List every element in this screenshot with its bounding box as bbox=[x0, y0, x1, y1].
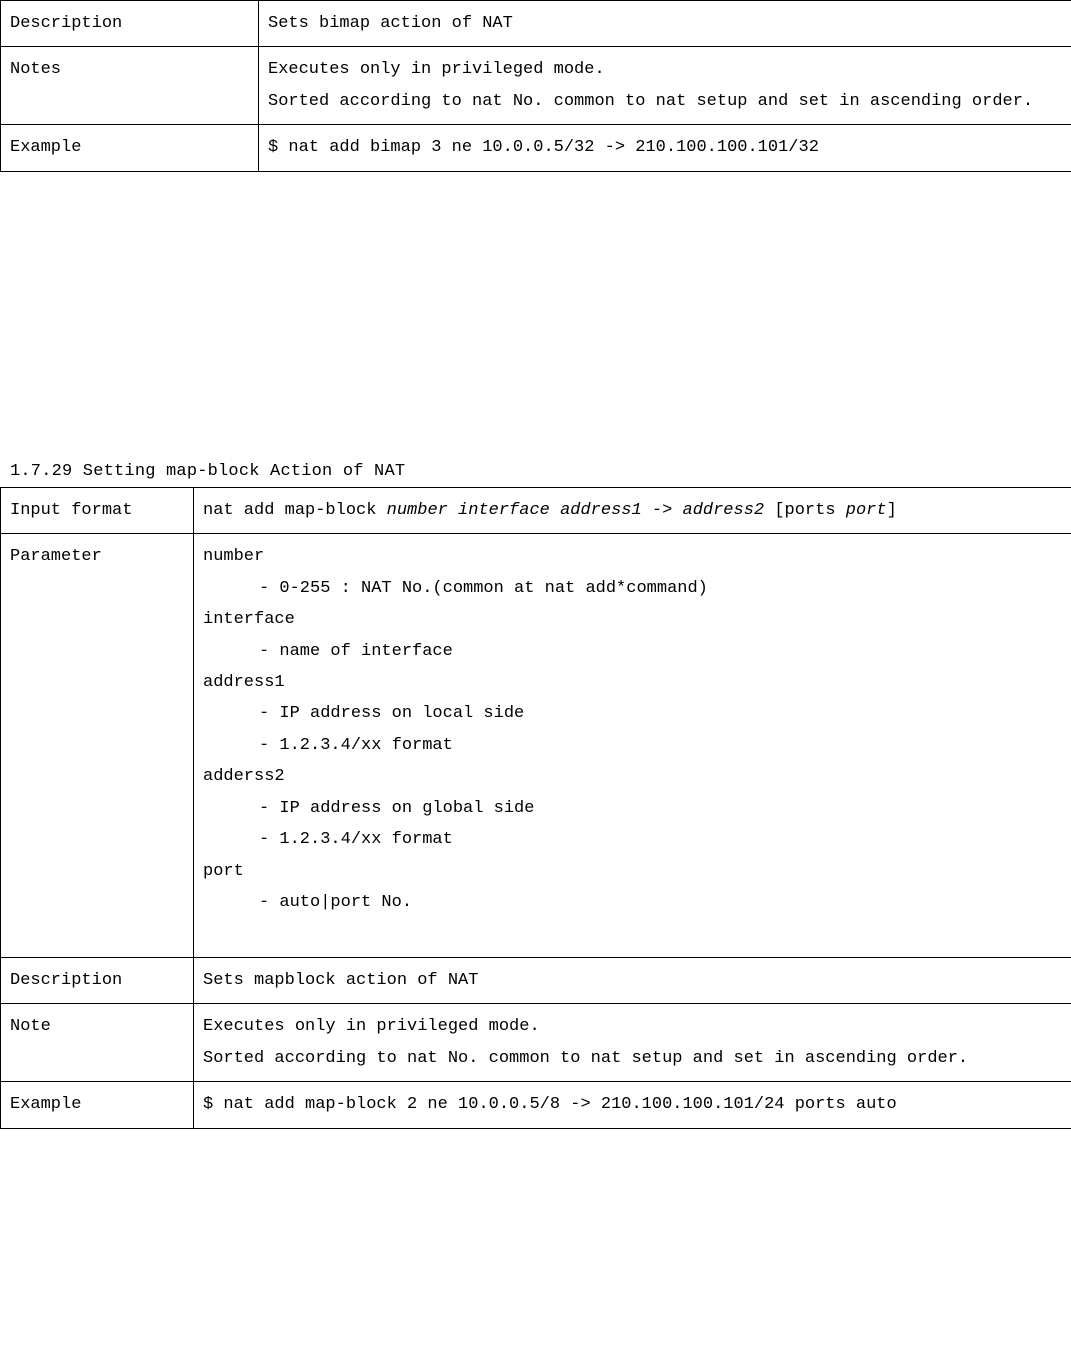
table-row: Notes Executes only in privileged mode. … bbox=[1, 47, 1071, 125]
section-heading: 1.7.29 Setting map-block Action of NAT bbox=[0, 462, 1071, 487]
param-detail: - name of interface bbox=[203, 636, 1062, 667]
table-row: Description Sets mapblock action of NAT bbox=[1, 957, 1071, 1003]
row-label: Notes bbox=[1, 47, 259, 125]
param-blank bbox=[203, 918, 1062, 949]
param-detail: - auto|port No. bbox=[203, 887, 1062, 918]
table-row: Example $ nat add map-block 2 ne 10.0.0.… bbox=[1, 1082, 1071, 1128]
input-format-text: ] bbox=[887, 501, 897, 520]
row-label: Description bbox=[1, 1, 259, 47]
input-format-param: port bbox=[846, 501, 887, 520]
row-value: Sets mapblock action of NAT bbox=[194, 957, 1071, 1003]
table-row: Parameter number - 0-255 : NAT No.(commo… bbox=[1, 534, 1071, 958]
param-detail: - 1.2.3.4/xx format bbox=[203, 730, 1062, 761]
row-value: nat add map-block number interface addre… bbox=[194, 487, 1071, 533]
table-row: Example $ nat add bimap 3 ne 10.0.0.5/32… bbox=[1, 125, 1071, 171]
table-row: Input format nat add map-block number in… bbox=[1, 487, 1071, 533]
bimap-table: Description Sets bimap action of NAT Not… bbox=[0, 0, 1071, 172]
input-format-text: -> bbox=[642, 501, 683, 520]
spacer bbox=[0, 172, 1071, 462]
row-value: Sets bimap action of NAT bbox=[259, 1, 1071, 47]
row-label: Example bbox=[1, 125, 259, 171]
input-format-text: [ports bbox=[764, 501, 846, 520]
row-value: number - 0-255 : NAT No.(common at nat a… bbox=[194, 534, 1071, 958]
param-name: address1 bbox=[203, 667, 1062, 698]
note-line: Executes only in privileged mode. bbox=[268, 54, 1062, 85]
row-label: Example bbox=[1, 1082, 194, 1128]
table-row: Note Executes only in privileged mode. S… bbox=[1, 1004, 1071, 1082]
param-detail: - 0-255 : NAT No.(common at nat add*comm… bbox=[203, 573, 1062, 604]
table-row: Description Sets bimap action of NAT bbox=[1, 1, 1071, 47]
note-line: Executes only in privileged mode. bbox=[203, 1011, 1062, 1042]
input-format-param: address2 bbox=[683, 501, 765, 520]
param-detail: - IP address on local side bbox=[203, 698, 1062, 729]
input-format-param: number interface address1 bbox=[387, 501, 642, 520]
row-value: Executes only in privileged mode. Sorted… bbox=[259, 47, 1071, 125]
param-name: number bbox=[203, 541, 1062, 572]
row-label: Note bbox=[1, 1004, 194, 1082]
param-detail: - IP address on global side bbox=[203, 793, 1062, 824]
mapblock-table: Input format nat add map-block number in… bbox=[0, 487, 1071, 1129]
param-name: port bbox=[203, 856, 1062, 887]
row-value: Executes only in privileged mode. Sorted… bbox=[194, 1004, 1071, 1082]
row-label: Description bbox=[1, 957, 194, 1003]
row-label: Parameter bbox=[1, 534, 194, 958]
note-line: Sorted according to nat No. common to na… bbox=[268, 86, 1062, 117]
row-value: $ nat add bimap 3 ne 10.0.0.5/32 -> 210.… bbox=[259, 125, 1071, 171]
row-value: $ nat add map-block 2 ne 10.0.0.5/8 -> 2… bbox=[194, 1082, 1071, 1128]
note-line: Sorted according to nat No. common to na… bbox=[203, 1043, 1062, 1074]
input-format-text: nat add map-block bbox=[203, 501, 387, 520]
param-detail: - 1.2.3.4/xx format bbox=[203, 824, 1062, 855]
row-label: Input format bbox=[1, 487, 194, 533]
param-name: interface bbox=[203, 604, 1062, 635]
param-name: adderss2 bbox=[203, 761, 1062, 792]
